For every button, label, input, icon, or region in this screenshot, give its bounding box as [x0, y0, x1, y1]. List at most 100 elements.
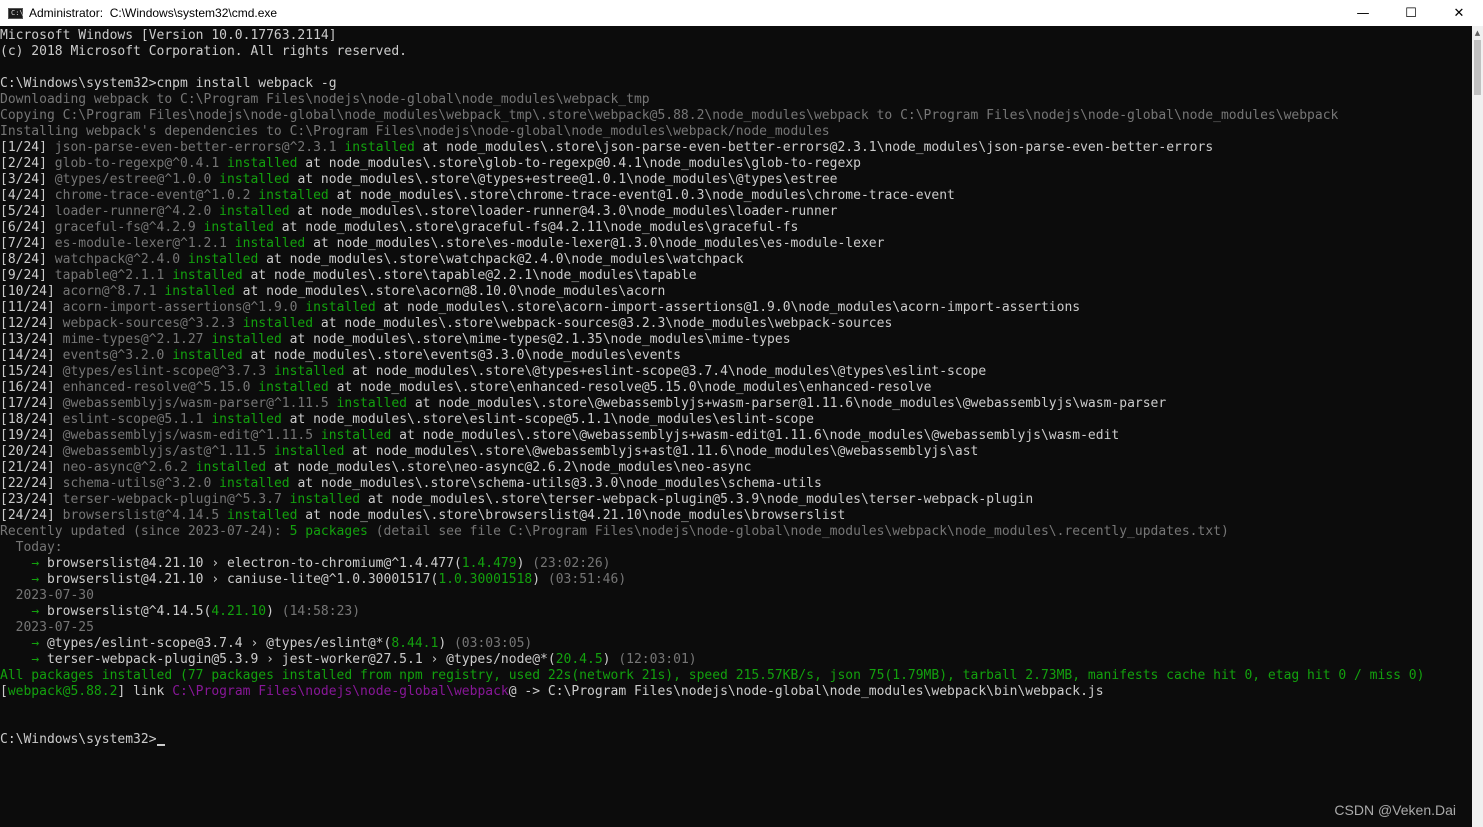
- console-text: [14/24]: [0, 348, 63, 363]
- console-line: [8/24] watchpack@^2.4.0 installed at nod…: [0, 252, 1472, 268]
- console-text: installed: [250, 188, 329, 203]
- console-text: at node_modules\.store\@webassemblyjs+wa…: [407, 396, 1167, 411]
- console-text: installed: [250, 380, 329, 395]
- console-text: →: [31, 636, 40, 651]
- console-output[interactable]: Microsoft Windows [Version 10.0.17763.21…: [0, 28, 1472, 827]
- console-text: [1/24]: [0, 140, 55, 155]
- console-text: (detail see file C:\Program Files\nodejs…: [367, 524, 1229, 539]
- console-text: (14:58:23): [281, 604, 361, 619]
- console-line: [6/24] graceful-fs@^4.2.9 installed at n…: [0, 220, 1472, 236]
- maximize-button[interactable]: ☐: [1387, 0, 1435, 26]
- console-text: Installing webpack's dependencies to C:\…: [0, 124, 830, 139]
- console-text: ): [602, 652, 619, 667]
- console-line: Microsoft Windows [Version 10.0.17763.21…: [0, 28, 1472, 44]
- console-text: [22/24]: [0, 476, 63, 491]
- console-text: acorn@^8.7.1: [62, 284, 157, 299]
- console-text: [19/24]: [0, 428, 63, 443]
- console-text: terser-webpack-plugin@^5.3.7: [62, 492, 282, 507]
- console-line: [7/24] es-module-lexer@^1.2.1 installed …: [0, 236, 1472, 252]
- console-text: ): [516, 556, 533, 571]
- console-line: [webpack@5.88.2] link C:\Program Files\n…: [0, 684, 1472, 700]
- console-line: → terser-webpack-plugin@5.3.9 › jest-wor…: [0, 652, 1472, 668]
- console-text: @types/eslint-scope@3.7.4 › @types/eslin…: [39, 636, 392, 651]
- console-text: [12/24]: [0, 316, 63, 331]
- console-text: [16/24]: [0, 380, 63, 395]
- console-text: Today:: [0, 540, 63, 555]
- console-line: [10/24] acorn@^8.7.1 installed at node_m…: [0, 284, 1472, 300]
- console-text: schema-utils@^3.2.0: [62, 476, 212, 491]
- console-text: (03:51:46): [547, 572, 627, 587]
- console-line: Recently updated (since 2023-07-24): 5 p…: [0, 524, 1472, 540]
- console-line: Copying C:\Program Files\nodejs\node-glo…: [0, 108, 1472, 124]
- console-text: [5/24]: [0, 204, 55, 219]
- console-text: installed: [203, 412, 282, 427]
- console-line: [12/24] webpack-sources@^3.2.3 installed…: [0, 316, 1472, 332]
- console-text: Recently updated (since 2023-07-24):: [0, 524, 290, 539]
- cmd-app-icon[interactable]: C:\: [8, 7, 24, 19]
- console-line: → browserslist@4.21.10 › electron-to-chr…: [0, 556, 1472, 572]
- maximize-icon: ☐: [1405, 5, 1417, 21]
- console-text: →: [31, 652, 40, 667]
- vertical-scrollbar[interactable]: ▲: [1472, 26, 1483, 827]
- console-text: tapable@^2.1.1: [54, 268, 165, 283]
- minimize-button[interactable]: —: [1339, 0, 1387, 26]
- console-text: [8/24]: [0, 252, 55, 267]
- console-text: at node_modules\.store\events@3.3.0\node…: [242, 348, 681, 363]
- console-text: [3/24]: [0, 172, 55, 187]
- watermark: CSDN @Veken.Dai: [1334, 802, 1456, 818]
- console-text: [23/24]: [0, 492, 63, 507]
- console-line: [20/24] @webassemblyjs/ast@^1.11.5 insta…: [0, 444, 1472, 460]
- console-text: (23:02:26): [532, 556, 611, 571]
- console-line: [18/24] eslint-scope@5.1.1 installed at …: [0, 412, 1472, 428]
- console-text: at node_modules\.store\acorn@8.10.0\node…: [234, 284, 666, 299]
- close-button[interactable]: ✕: [1435, 0, 1483, 26]
- console-text: @types/eslint-scope@^3.7.3: [62, 364, 267, 379]
- console-text: at node_modules\.store\browserslist@4.21…: [297, 508, 846, 523]
- console-text: webpack-sources@^3.2.3: [62, 316, 235, 331]
- console-text: webpack@5.88.2: [7, 684, 118, 699]
- console-text: C:\Windows\system32>: [0, 732, 157, 747]
- console-text: installed: [266, 364, 345, 379]
- title-bar[interactable]: C:\ Administrator: C:\Windows\system32\c…: [0, 0, 1483, 26]
- console-text: [4/24]: [0, 188, 55, 203]
- console-text: [17/24]: [0, 396, 63, 411]
- console-text: (c) 2018 Microsoft Corporation. All righ…: [0, 44, 407, 59]
- console-text: installed: [211, 172, 290, 187]
- console-line: [4/24] chrome-trace-event@^1.0.2 install…: [0, 188, 1472, 204]
- console-text: [7/24]: [0, 236, 55, 251]
- scroll-thumb[interactable]: [1474, 40, 1481, 95]
- console-line: [11/24] acorn-import-assertions@^1.9.0 i…: [0, 300, 1472, 316]
- console-text: es-module-lexer@^1.2.1: [54, 236, 227, 251]
- console-text: neo-async@^2.6.2: [62, 460, 188, 475]
- close-icon: ✕: [1453, 5, 1465, 21]
- console-text: at node_modules\.store\@webassemblyjs+wa…: [391, 428, 1120, 443]
- text-cursor: [156, 744, 165, 746]
- console-text: installed: [164, 348, 243, 363]
- console-text: eslint-scope@5.1.1: [62, 412, 204, 427]
- console-text: installed: [219, 508, 298, 523]
- console-text: Copying C:\Program Files\nodejs\node-glo…: [0, 108, 1339, 123]
- console-text: [18/24]: [0, 412, 63, 427]
- console-line: [23/24] terser-webpack-plugin@^5.3.7 ins…: [0, 492, 1472, 508]
- console-line: (c) 2018 Microsoft Corporation. All righ…: [0, 44, 1472, 60]
- console-text: Downloading webpack to C:\Program Files\…: [0, 92, 650, 107]
- scroll-up-arrow-icon[interactable]: ▲: [1472, 26, 1483, 40]
- console-line: C:\Windows\system32>cnpm install webpack…: [0, 76, 1472, 92]
- console-text: graceful-fs@^4.2.9: [54, 220, 196, 235]
- console-text: watchpack@^2.4.0: [54, 252, 181, 267]
- console-text: [: [0, 684, 8, 699]
- console-line: 2023-07-25: [0, 620, 1472, 636]
- console-text: [9/24]: [0, 268, 55, 283]
- console-text: at node_modules\.store\eslint-scope@5.1.…: [281, 412, 815, 427]
- console-text: at node_modules\.store\terser-webpack-pl…: [360, 492, 1034, 507]
- console-text: at node_modules\.store\mime-types@2.1.35…: [281, 332, 791, 347]
- console-line: [2/24] glob-to-regexp@^0.4.1 installed a…: [0, 156, 1472, 172]
- console-line: [5/24] loader-runner@^4.2.0 installed at…: [0, 204, 1472, 220]
- console-line: [3/24] @types/estree@^1.0.0 installed at…: [0, 172, 1472, 188]
- console-text: installed: [266, 444, 345, 459]
